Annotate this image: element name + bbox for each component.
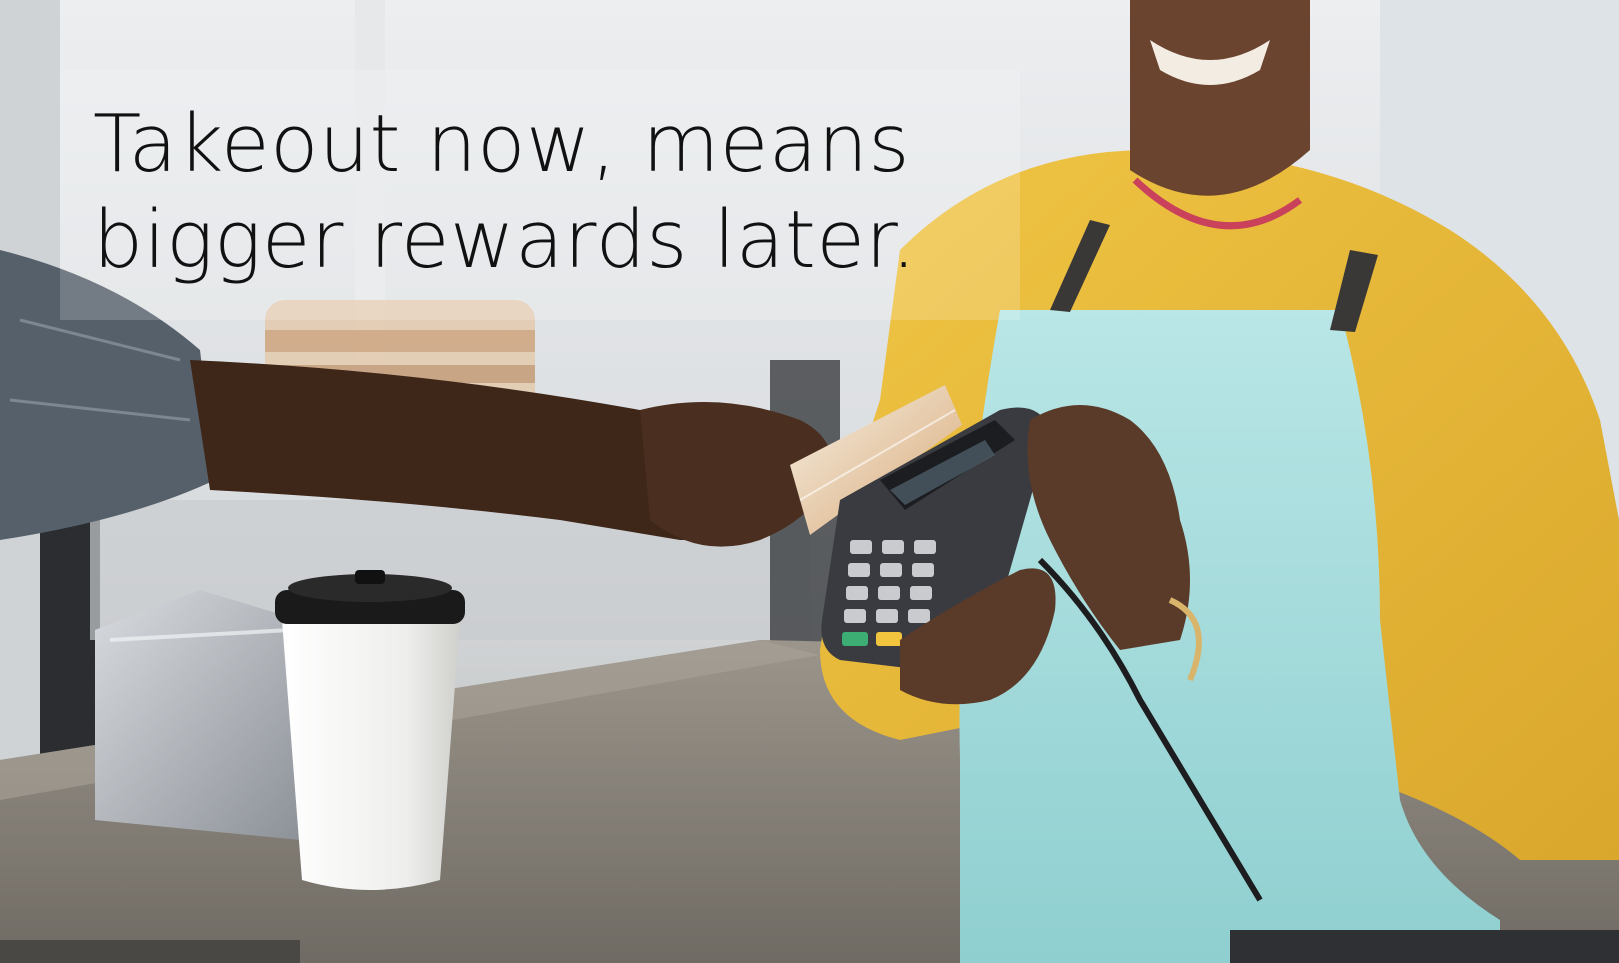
headline-line-1: Takeout now, means (93, 98, 911, 190)
headline-line-2: bigger rewards later. (93, 194, 917, 286)
ad-banner: Takeout now, means bigger rewards later. (0, 0, 1619, 963)
headline: Takeout now, means bigger rewards later. (93, 96, 1093, 288)
